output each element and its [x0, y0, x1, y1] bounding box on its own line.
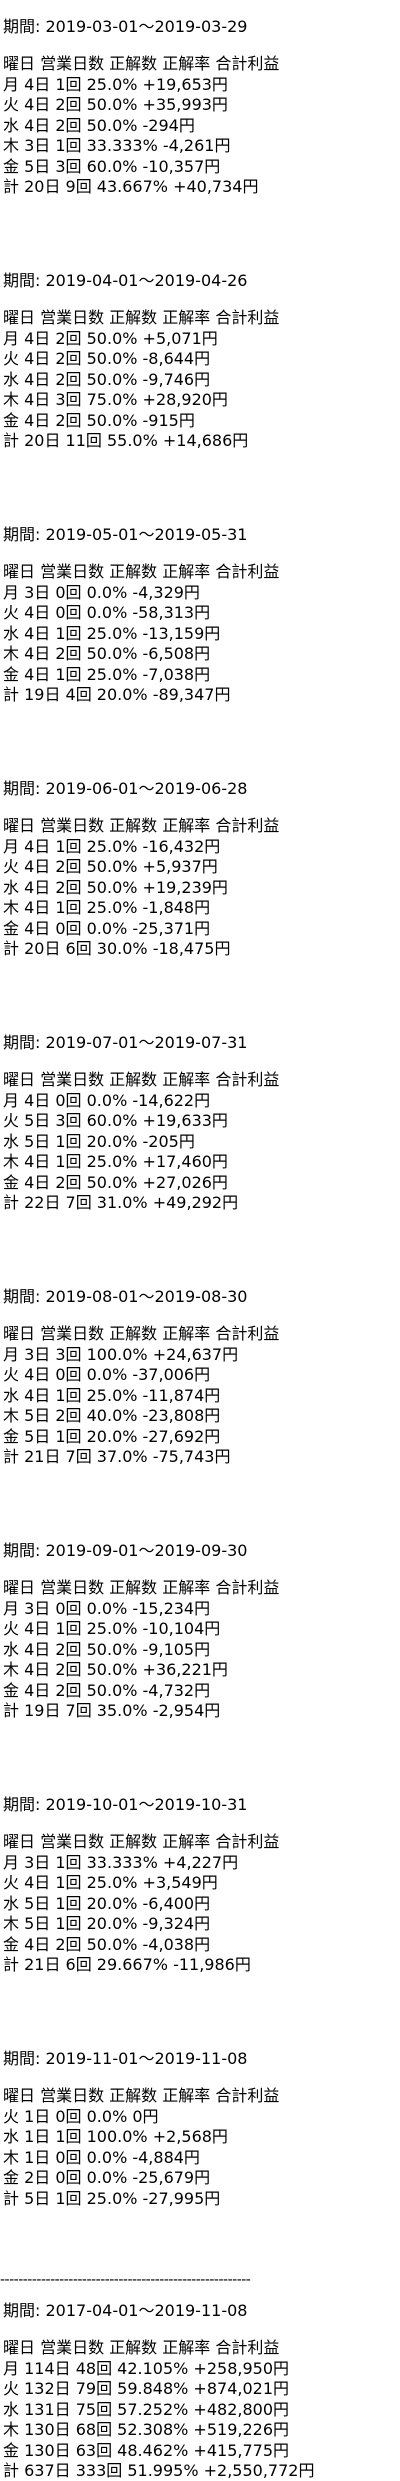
period-label: 期間: 2019-08-01～2019-08-30	[3, 1287, 248, 1306]
table-header: 曜日 営業日数 正解数 正解率 合計利益	[3, 562, 280, 581]
table-row: 木 4日 3回 75.0% +28,920円	[3, 390, 228, 409]
total-row: 計 19日 4回 20.0% -89,347円	[3, 685, 231, 704]
period-label: 期間: 2019-04-01～2019-04-26	[3, 271, 248, 290]
table-row: 月 4日 1回 25.0% +19,653円	[3, 74, 228, 94]
table-row: 水 4日 2回 50.0% -294円	[3, 115, 195, 135]
summary-table-row: 月 114日 48回 42.105% +258,950円	[3, 2358, 290, 2378]
summary-table-row: 火 132日 79回 59.848% +874,021円	[3, 2379, 290, 2398]
table-header: 曜日 営業日数 正解数 正解率 合計利益	[3, 308, 280, 327]
total-row: 計 20日 11回 55.0% +14,686円	[3, 431, 249, 450]
table-row: 水 1日 1回 100.0% +2,568円	[3, 2127, 228, 2146]
table-row: 月 3日 1回 33.333% +4,227円	[3, 1852, 239, 1872]
table-row: 水 4日 2回 50.0% -9,105円	[3, 1639, 211, 1659]
total-row: 計 21日 6回 29.667% -11,986円	[3, 1955, 251, 1974]
summary-table-row: 木 130日 68回 52.308% +519,226円	[3, 2420, 290, 2439]
table-row: 水 4日 2回 50.0% +19,239円	[3, 877, 228, 897]
table-row: 水 5日 1回 20.0% -205円	[3, 1131, 195, 1151]
table-row: 火 4日 2回 50.0% +5,937円	[3, 857, 218, 876]
table-row: 木 5日 1回 20.0% -9,324円	[3, 1914, 211, 1933]
table-row: 火 4日 0回 0.0% -58,313円	[3, 603, 211, 622]
table-row: 火 4日 1回 25.0% +3,549円	[3, 1873, 218, 1892]
table-row: 金 4日 2回 50.0% -4,732円	[3, 1680, 211, 1700]
summary-table-row: 水 131日 75回 57.252% +482,800円	[3, 2399, 290, 2419]
table-row: 火 4日 2回 50.0% -8,644円	[3, 349, 211, 368]
table-row: 木 4日 1回 25.0% -1,848円	[3, 898, 211, 917]
table-row: 火 4日 0回 0.0% -37,006円	[3, 1365, 211, 1384]
total-row: 計 20日 9回 43.667% +40,734円	[3, 177, 259, 196]
table-row: 水 4日 1回 25.0% -13,159円	[3, 623, 221, 643]
table-header: 曜日 営業日数 正解数 正解率 合計利益	[3, 1070, 280, 1089]
table-row: 金 2日 0回 0.0% -25,679円	[3, 2168, 211, 2187]
table-row: 火 4日 2回 50.0% +35,993円	[3, 95, 228, 114]
summary-period-label: 期間: 2017-04-01～2019-11-08	[3, 2301, 248, 2320]
table-row: 火 5日 3回 60.0% +19,633円	[3, 1111, 228, 1130]
period-label: 期間: 2019-03-01～2019-03-29	[3, 17, 248, 36]
table-row: 月 3日 0回 0.0% -4,329円	[3, 582, 200, 602]
table-row: 金 5日 3回 60.0% -10,357円	[3, 156, 221, 176]
table-row: 水 5日 1回 20.0% -6,400円	[3, 1893, 211, 1913]
table-header: 曜日 営業日数 正解数 正解率 合計利益	[3, 54, 280, 73]
table-row: 金 4日 2回 50.0% -915円	[3, 410, 195, 430]
table-row: 月 4日 1回 25.0% -16,432円	[3, 836, 221, 856]
table-row: 金 5日 1回 20.0% -27,692円	[3, 1426, 221, 1446]
period-label: 期間: 2019-05-01～2019-05-31	[3, 525, 248, 544]
total-row: 計 19日 7回 35.0% -2,954円	[3, 1701, 221, 1720]
period-label: 期間: 2019-07-01～2019-07-31	[3, 1033, 248, 1052]
table-row: 金 4日 2回 50.0% -4,038円	[3, 1934, 211, 1954]
summary-table-row: 金 130日 63回 48.462% +415,775円	[3, 2440, 290, 2460]
table-header: 曜日 営業日数 正解数 正解率 合計利益	[3, 816, 280, 835]
table-row: 月 4日 2回 50.0% +5,071円	[3, 328, 218, 348]
table-row: 水 4日 1回 25.0% -11,874円	[3, 1385, 221, 1405]
period-label: 期間: 2019-09-01～2019-09-30	[3, 1541, 248, 1560]
total-row: 計 21日 7回 37.0% -75,743円	[3, 1447, 231, 1466]
table-row: 木 4日 2回 50.0% +36,221円	[3, 1660, 228, 1679]
period-label: 期間: 2019-10-01～2019-10-31	[3, 1795, 248, 1814]
table-row: 金 4日 1回 25.0% -7,038円	[3, 664, 211, 684]
table-row: 木 5日 2回 40.0% -23,808円	[3, 1406, 221, 1425]
table-row: 水 4日 2回 50.0% -9,746円	[3, 369, 211, 389]
table-row: 金 4日 2回 50.0% +27,026円	[3, 1172, 228, 1192]
table-header: 曜日 営業日数 正解数 正解率 合計利益	[3, 1324, 280, 1343]
table-row: 月 4日 0回 0.0% -14,622円	[3, 1090, 211, 1110]
table-row: 月 3日 0回 0.0% -15,234円	[3, 1598, 211, 1618]
summary-total-row: 計 637日 333回 51.995% +2,550,772円	[3, 2461, 315, 2480]
table-header: 曜日 営業日数 正解数 正解率 合計利益	[3, 2086, 280, 2105]
table-header: 曜日 営業日数 正解数 正解率 合計利益	[3, 1832, 280, 1851]
total-row: 計 20日 6回 30.0% -18,475円	[3, 939, 231, 958]
table-row: 木 4日 1回 25.0% +17,460円	[3, 1152, 228, 1171]
summary-table-header: 曜日 営業日数 正解数 正解率 合計利益	[3, 2338, 280, 2357]
table-row: 木 4日 2回 50.0% -6,508円	[3, 644, 211, 663]
total-row: 計 5日 1回 25.0% -27,995円	[3, 2188, 221, 2208]
table-row: 火 4日 1回 25.0% -10,104円	[3, 1619, 221, 1638]
table-row: 金 4日 0回 0.0% -25,371円	[3, 918, 211, 938]
table-row: 木 1日 0回 0.0% -4,884円	[3, 2147, 200, 2167]
table-row: 火 1日 0回 0.0% 0円	[3, 2106, 159, 2126]
period-label: 期間: 2019-11-01～2019-11-08	[3, 2049, 248, 2068]
total-row: 計 22日 7回 31.0% +49,292円	[3, 1193, 239, 1212]
table-row: 月 3日 3回 100.0% +24,637円	[3, 1344, 239, 1364]
table-row: 木 3日 1回 33.333% -4,261円	[3, 136, 231, 155]
table-header: 曜日 営業日数 正解数 正解率 合計利益	[3, 1578, 280, 1597]
divider: ----------------------------------------…	[0, 2272, 251, 2288]
period-label: 期間: 2019-06-01～2019-06-28	[3, 779, 248, 798]
